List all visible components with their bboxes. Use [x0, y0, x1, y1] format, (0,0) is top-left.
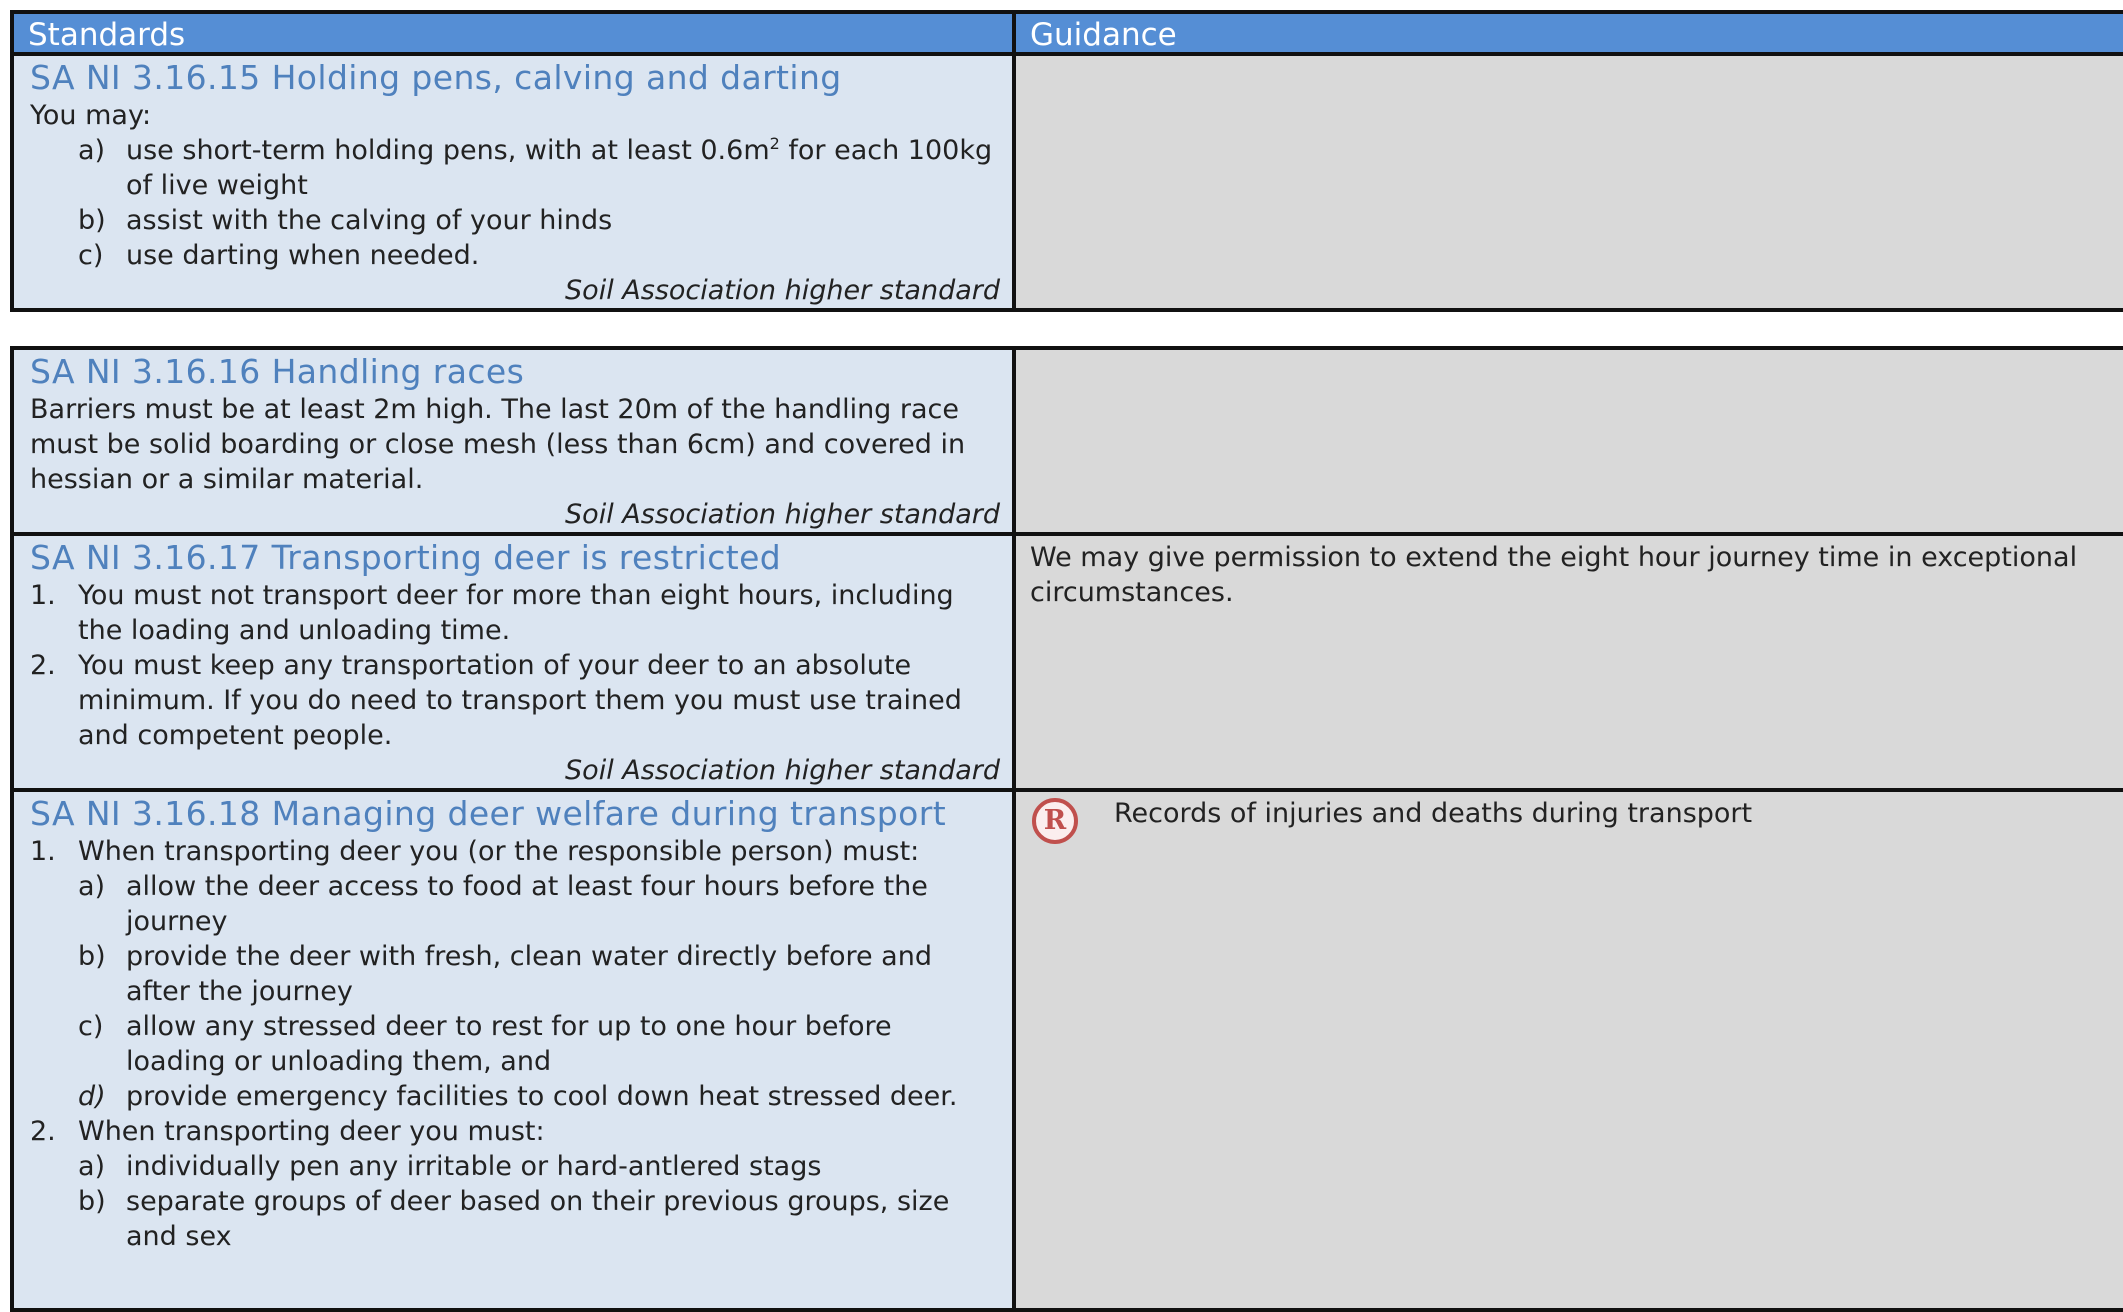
list-item: a) use short-term holding pens, with at … [30, 133, 998, 203]
standard-row-3-16-17: SA NI 3.16.17 Transporting deer is restr… [10, 532, 2123, 792]
list-marker: d) [78, 1081, 106, 1112]
sub-list-item: a) allow the deer access to food at leas… [30, 869, 998, 939]
guidance-cell: We may give permission to extend the eig… [1012, 532, 2123, 792]
list-text: use darting when needed. [126, 240, 480, 271]
list-item: 2. When transporting deer you must: [30, 1114, 998, 1149]
standard-title: SA NI 3.16.18 Managing deer welfare duri… [30, 794, 947, 833]
sub-list-item: b) provide the deer with fresh, clean wa… [30, 939, 998, 1009]
sub-list-item: b) separate groups of deer based on thei… [30, 1184, 998, 1254]
list-marker: b) [78, 941, 106, 972]
list-item: 1. When transporting deer you (or the re… [30, 834, 998, 869]
list-text: When transporting deer you (or the respo… [78, 836, 920, 867]
sub-list-item: c) allow any stressed deer to rest for u… [30, 1009, 998, 1079]
standard-cell: SA NI 3.16.15 Holding pens, calving and … [10, 52, 1016, 312]
list-marker: 1. [30, 580, 56, 611]
list-item: 2. You must keep any transportation of y… [30, 648, 998, 753]
standard-body: 1. When transporting deer you (or the re… [30, 834, 998, 1254]
standard-cell: SA NI 3.16.18 Managing deer welfare duri… [10, 788, 1016, 1312]
standard-body: You may: a) use short-term holding pens,… [30, 98, 998, 273]
standard-intro: You may: [30, 100, 152, 131]
list-marker: c) [78, 240, 104, 271]
sub-list-item: a) individually pen any irritable or har… [30, 1149, 998, 1184]
higher-standard-tag: Soil Association higher standard [565, 755, 1000, 786]
list-text: individually pen any irritable or hard-a… [126, 1151, 822, 1182]
superscript: 2 [769, 134, 780, 153]
sub-list-item: d) provide emergency facilities to cool … [30, 1079, 998, 1114]
record-requirement: R Records of injuries and deaths during … [1030, 796, 2112, 844]
guidance-text: We may give permission to extend the eig… [1030, 542, 2078, 608]
standard-body: 1. You must not transport deer for more … [30, 578, 998, 753]
standard-row-3-16-18: SA NI 3.16.18 Managing deer welfare duri… [10, 788, 2123, 1312]
list-marker: b) [78, 205, 106, 236]
list-marker: b) [78, 1186, 106, 1217]
higher-standard-tag: Soil Association higher standard [565, 275, 1000, 306]
standard-title: SA NI 3.16.15 Holding pens, calving and … [30, 58, 842, 97]
record-required-icon: R [1032, 798, 1078, 844]
standard-cell: SA NI 3.16.17 Transporting deer is restr… [10, 532, 1016, 792]
list-marker: c) [78, 1011, 104, 1042]
list-item: 1. You must not transport deer for more … [30, 578, 998, 648]
list-text: You must keep any transportation of your… [78, 650, 962, 751]
standard-text: Barriers must be at least 2m high. The l… [30, 394, 966, 495]
list-text: use short-term holding pens, with at lea… [126, 135, 770, 166]
record-text: Records of injuries and deaths during tr… [1114, 798, 1753, 829]
list-marker: 1. [30, 836, 56, 867]
standard-cell: SA NI 3.16.16 Handling races Barriers mu… [10, 346, 1016, 536]
standards-table-1: SA NI 3.16.15 Holding pens, calving and … [10, 52, 2123, 312]
standards-table-2: SA NI 3.16.16 Handling races Barriers mu… [10, 346, 2123, 1312]
list-text: allow the deer access to food at least f… [126, 871, 928, 937]
standard-row-3-16-16: SA NI 3.16.16 Handling races Barriers mu… [10, 346, 2123, 536]
list-item: b) assist with the calving of your hinds [30, 203, 998, 238]
list-text: provide emergency facilities to cool dow… [126, 1081, 958, 1112]
list-marker: 2. [30, 650, 56, 681]
list-text: separate groups of deer based on their p… [126, 1186, 950, 1252]
guidance-cell-empty [1012, 52, 2123, 312]
list-marker: a) [78, 871, 106, 902]
list-text: allow any stressed deer to rest for up t… [126, 1011, 892, 1077]
standard-title: SA NI 3.16.16 Handling races [30, 352, 525, 391]
guidance-cell: R Records of injuries and deaths during … [1012, 788, 2123, 1312]
higher-standard-tag: Soil Association higher standard [565, 499, 1000, 530]
list-text: provide the deer with fresh, clean water… [126, 941, 932, 1007]
list-marker: a) [78, 1151, 106, 1182]
list-text: You must not transport deer for more tha… [78, 580, 954, 646]
list-marker: 2. [30, 1116, 56, 1147]
list-item: c) use darting when needed. [30, 238, 998, 273]
standard-row-3-16-15: SA NI 3.16.15 Holding pens, calving and … [10, 52, 2123, 312]
guidance-cell-empty [1012, 346, 2123, 536]
list-text: assist with the calving of your hinds [126, 205, 613, 236]
list-marker: a) [78, 135, 106, 166]
list-text: When transporting deer you must: [78, 1116, 545, 1147]
standard-title: SA NI 3.16.17 Transporting deer is restr… [30, 538, 782, 577]
